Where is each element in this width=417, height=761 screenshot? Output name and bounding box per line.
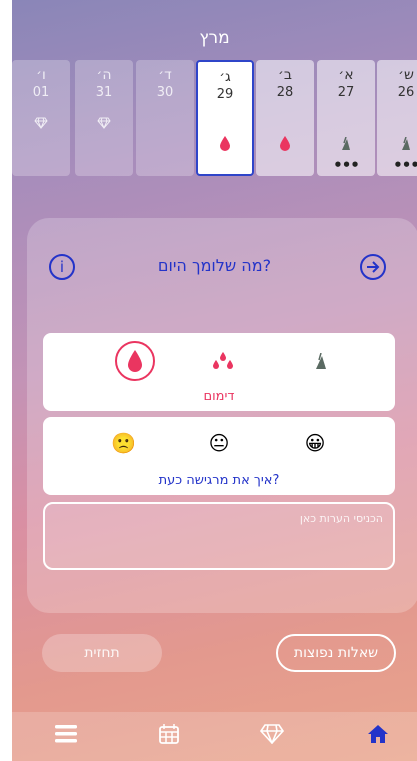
day-card-01[interactable]: ו׳ 01	[12, 60, 70, 176]
day-number: 28	[276, 85, 294, 100]
flow-heavy-option[interactable]	[115, 341, 155, 381]
tampon-icon	[377, 136, 417, 155]
day-name: ב׳	[278, 67, 292, 83]
more-dots-icon: •••	[333, 156, 360, 174]
drop-icon	[256, 136, 314, 155]
day-name: ג׳	[219, 69, 231, 85]
day-card-26[interactable]: ש׳ 26 •••	[377, 60, 417, 176]
neutral-face-icon[interactable]: 😐	[207, 431, 231, 455]
day-card-28[interactable]: ב׳ 28	[256, 60, 314, 176]
diamond-icon[interactable]	[258, 724, 286, 750]
day-card-29-selected[interactable]: ג׳ 29	[196, 60, 254, 176]
day-number: 01	[32, 85, 50, 100]
tampon-option[interactable]	[301, 342, 341, 382]
flow-medium-option[interactable]	[203, 342, 243, 382]
panel-title: מה שלומך היום?	[157, 256, 272, 275]
day-name: ו׳	[36, 67, 46, 83]
day-number: 30	[156, 85, 174, 100]
diamond-icon	[75, 114, 133, 133]
notes-field[interactable]	[43, 502, 395, 570]
forecast-button[interactable]: תחזית	[42, 634, 162, 672]
sad-face-icon[interactable]: 🙁	[111, 431, 136, 455]
drop-icon	[198, 136, 252, 155]
app-screen: מרץ ו׳ 01 ה׳ 31 ד׳ 30 ג׳ 29 ב׳ 28 א׳ 27 …	[12, 0, 417, 761]
mood-label: איך את מרגישה כעת?	[158, 473, 280, 488]
day-number: 29	[216, 87, 234, 102]
day-card-30[interactable]: ד׳ 30	[136, 60, 194, 176]
notes-input[interactable]	[45, 504, 393, 568]
day-number: 26	[397, 85, 415, 100]
calendar-icon[interactable]	[155, 724, 183, 750]
day-name: א׳	[338, 67, 354, 83]
month-title: מרץ	[199, 28, 230, 48]
day-card-27[interactable]: א׳ 27 •••	[317, 60, 375, 176]
day-number: 27	[337, 85, 355, 100]
menu-icon[interactable]	[52, 724, 80, 750]
flow-card: דימום	[43, 333, 395, 411]
flow-label: דימום	[203, 389, 235, 404]
day-number: 31	[95, 85, 113, 100]
day-name: ד׳	[158, 67, 172, 83]
days-strip[interactable]: ו׳ 01 ה׳ 31 ד׳ 30 ג׳ 29 ב׳ 28 א׳ 27 ••• …	[12, 60, 417, 178]
bottom-nav	[12, 712, 417, 761]
happy-face-icon[interactable]: 😀	[303, 431, 327, 455]
arrow-right-circle-icon[interactable]	[360, 254, 386, 280]
day-name: ה׳	[96, 67, 112, 83]
more-dots-icon: •••	[393, 156, 417, 174]
day-card-31[interactable]: ה׳ 31	[75, 60, 133, 176]
home-icon[interactable]	[364, 724, 392, 750]
day-name: ש׳	[398, 67, 414, 83]
tampon-icon	[317, 136, 375, 155]
mood-card: 🙁 😐 😀 איך את מרגישה כעת?	[43, 417, 395, 495]
faq-button[interactable]: שאלות נפוצות	[276, 634, 396, 672]
daily-log-panel: i מה שלומך היום? דימום 🙁 😐 😀 איך את מרגי…	[27, 218, 417, 613]
diamond-icon	[12, 114, 70, 133]
